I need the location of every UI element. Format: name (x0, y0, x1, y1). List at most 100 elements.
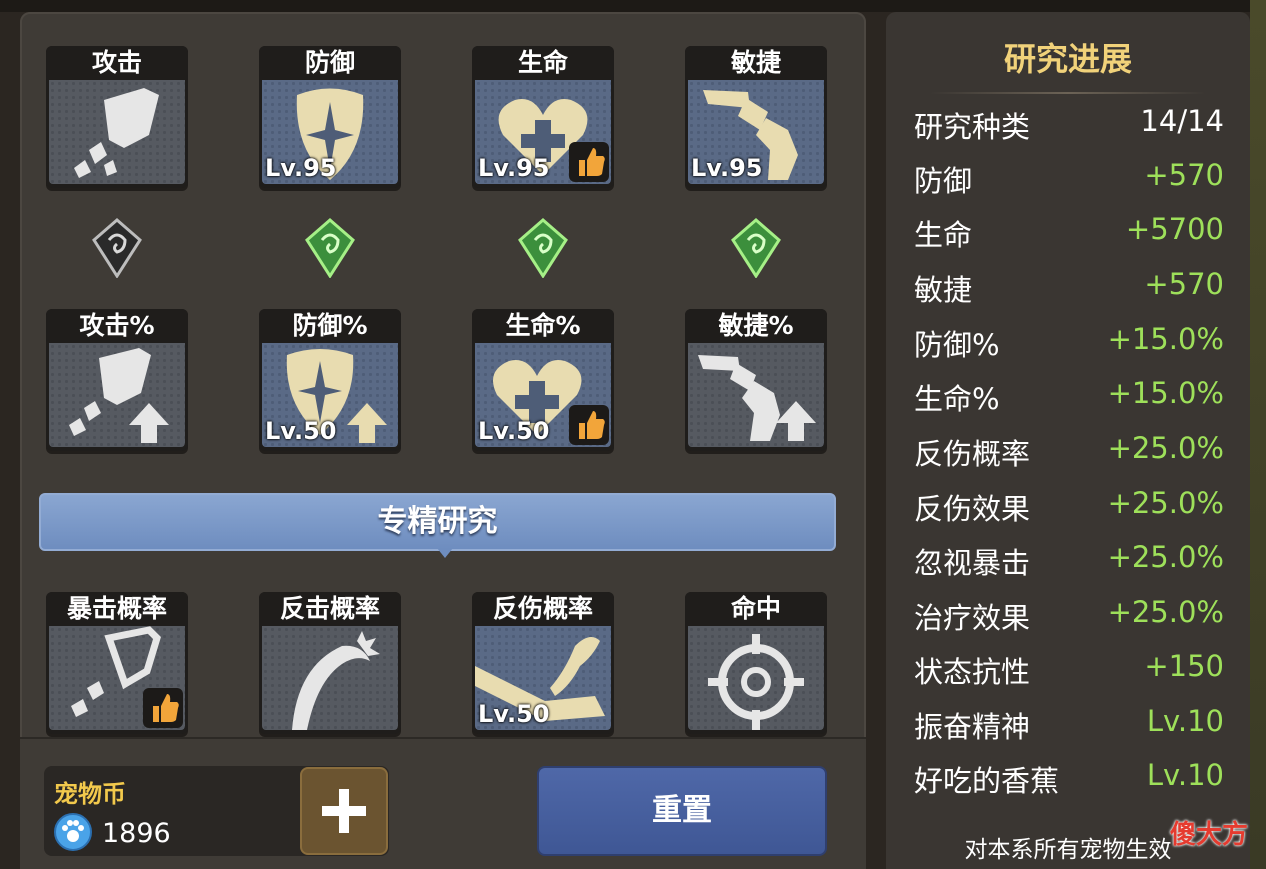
stat-row: 敏捷 +570 (914, 267, 1224, 311)
card-level: Lv.50 (478, 700, 550, 728)
connector-gem-icon (305, 218, 355, 278)
title-divider (930, 92, 1206, 94)
stat-value: +15.0% (1107, 322, 1224, 356)
stat-value: +5700 (1125, 212, 1224, 246)
stat-label: 好吃的香蕉 (914, 764, 1060, 798)
card-title: 反击概率 (259, 592, 401, 626)
card-title: 敏捷% (685, 309, 827, 343)
pet-coin-value: 1896 (102, 818, 171, 849)
reset-button[interactable]: 重置 (537, 766, 827, 856)
stat-label: 忽视暴击 (914, 546, 1031, 580)
card-icon-area (49, 626, 185, 730)
research-card-crit-rate[interactable]: 暴击概率 (46, 592, 188, 734)
card-icon-area: Lv.50 (475, 626, 611, 730)
card-icon-area: Lv.50 (475, 343, 611, 447)
stat-row: 治疗效果 +25.0% (914, 595, 1224, 639)
stat-label: 反伤概率 (914, 437, 1031, 471)
boot-up-icon (698, 355, 816, 441)
card-level: Lv.50 (265, 417, 337, 445)
stat-label: 振奋精神 (914, 710, 1031, 744)
card-icon-area: Lv.95 (475, 80, 611, 184)
stat-label: 敏捷 (914, 273, 973, 307)
research-progress-panel: 研究进展 研究种类 14/14 防御 +570 生命 +5700 敏捷 +570… (886, 12, 1250, 869)
card-icon-area: Lv.95 (688, 80, 824, 184)
research-card-attack[interactable]: 攻击 (46, 46, 188, 188)
research-card-defense[interactable]: 防御 Lv.95 (259, 46, 401, 188)
card-level: Lv.50 (478, 417, 550, 445)
stat-row: 防御 +570 (914, 158, 1224, 202)
card-icon-area: Lv.95 (262, 80, 398, 184)
card-icon-area (49, 80, 185, 184)
card-icon-area (262, 626, 398, 730)
card-icon-area (688, 626, 824, 730)
card-title: 攻击% (46, 309, 188, 343)
research-card-accuracy[interactable]: 命中 (685, 592, 827, 734)
card-title: 命中 (685, 592, 827, 626)
sword-up-icon (69, 348, 169, 443)
thumbs-up-icon (569, 142, 609, 182)
stat-row: 状态抗性 +150 (914, 649, 1224, 693)
stat-label: 反伤效果 (914, 492, 1031, 526)
card-icon-area (688, 343, 824, 447)
stat-row: 研究种类 14/14 (914, 104, 1224, 148)
pet-coin-label: 宠物币 (54, 780, 126, 808)
stat-value: Lv.10 (1146, 758, 1224, 792)
stat-label: 状态抗性 (914, 655, 1031, 689)
stat-value: Lv.10 (1146, 704, 1224, 738)
add-coin-button[interactable] (300, 767, 388, 855)
banner-pointer (437, 548, 453, 558)
specialization-banner: 专精研究 (39, 493, 836, 551)
card-title: 敏捷 (685, 46, 827, 80)
stat-value: +570 (1144, 158, 1224, 192)
connector-gem-icon (518, 218, 568, 278)
stat-label: 防御% (914, 328, 1000, 362)
card-title: 生命% (472, 309, 614, 343)
card-level: Lv.95 (478, 154, 550, 182)
thumbs-up-icon (569, 405, 609, 445)
research-card-agility-percent[interactable]: 敏捷% (685, 309, 827, 451)
stat-value: +15.0% (1107, 376, 1224, 410)
card-title: 防御 (259, 46, 401, 80)
card-icon-area (49, 343, 185, 447)
stat-label: 生命% (914, 382, 1000, 416)
specialization-title: 专精研究 (377, 504, 498, 539)
stat-value: +570 (1144, 267, 1224, 301)
plus-icon (322, 789, 366, 833)
stat-value: +150 (1144, 649, 1224, 683)
progress-title: 研究进展 (1003, 40, 1132, 78)
stat-row: 防御% +15.0% (914, 322, 1224, 366)
sword-icon (74, 88, 159, 178)
stat-label: 生命 (914, 218, 973, 252)
card-title: 反伤概率 (472, 592, 614, 626)
stat-row: 好吃的香蕉 Lv.10 (914, 758, 1224, 802)
thumbs-up-icon (143, 688, 183, 728)
stat-row: 反伤概率 +25.0% (914, 431, 1224, 475)
research-card-life-percent[interactable]: 生命% Lv.50 (472, 309, 614, 451)
bottom-bar: 宠物币 1896 重置 (20, 737, 866, 869)
card-title: 攻击 (46, 46, 188, 80)
crosshair-icon (708, 634, 804, 730)
research-card-counter-rate[interactable]: 反击概率 (259, 592, 401, 734)
stat-label: 治疗效果 (914, 601, 1031, 635)
stat-value: +25.0% (1107, 595, 1224, 629)
stat-label: 研究种类 (914, 110, 1031, 144)
stat-value: +25.0% (1107, 431, 1224, 465)
research-card-defense-percent[interactable]: 防御% Lv.50 (259, 309, 401, 451)
stat-row: 振奋精神 Lv.10 (914, 704, 1224, 748)
watermark: 傻大方 (1170, 820, 1249, 850)
research-panel: 攻击 防御 Lv.95 生命 Lv.95 敏捷 Lv.95 攻击% 防御% Lv… (20, 12, 866, 869)
counter-slash-icon (292, 631, 380, 730)
research-card-life[interactable]: 生命 Lv.95 (472, 46, 614, 188)
connector-gem-icon (731, 218, 781, 278)
card-title: 生命 (472, 46, 614, 80)
connector-gem-icon (92, 218, 142, 278)
research-card-attack-percent[interactable]: 攻击% (46, 309, 188, 451)
stat-row: 反伤效果 +25.0% (914, 486, 1224, 530)
card-title: 防御% (259, 309, 401, 343)
card-title: 暴击概率 (46, 592, 188, 626)
research-card-reflect-rate[interactable]: 反伤概率 Lv.50 (472, 592, 614, 734)
stat-value: 14/14 (1140, 104, 1224, 138)
stat-value: +25.0% (1107, 486, 1224, 520)
card-icon-area: Lv.50 (262, 343, 398, 447)
research-card-agility[interactable]: 敏捷 Lv.95 (685, 46, 827, 188)
